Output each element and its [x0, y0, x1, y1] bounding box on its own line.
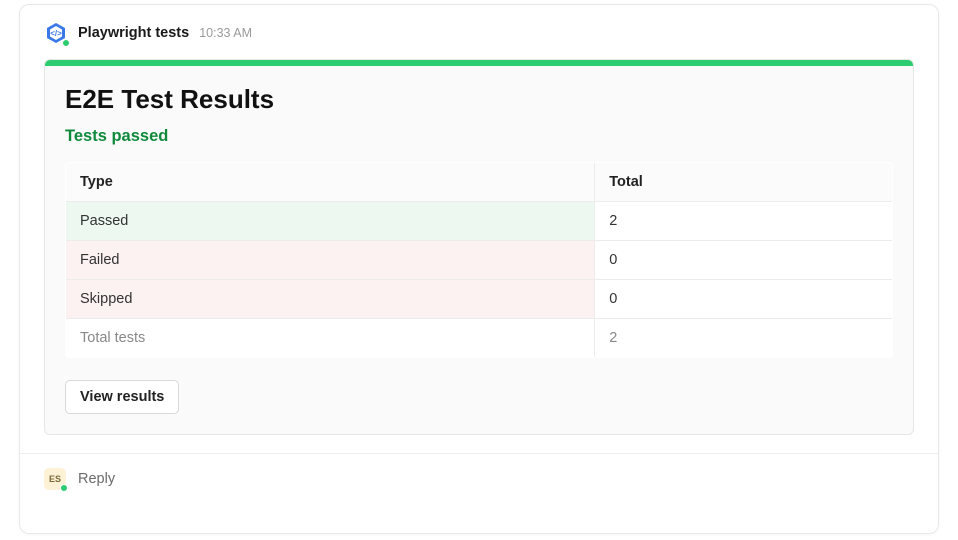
cell-total: 2 — [595, 319, 893, 358]
cell-total: 0 — [595, 241, 893, 280]
app-name[interactable]: Playwright tests — [78, 25, 189, 41]
col-header-total: Total — [595, 163, 893, 202]
presence-dot — [60, 484, 68, 492]
reply-row[interactable]: ES Reply — [20, 453, 938, 504]
table-row: Total tests 2 — [66, 319, 893, 358]
results-table: Type Total Passed 2 Failed 0 Skipped — [65, 162, 893, 358]
playwright-app-icon[interactable]: </> — [44, 21, 68, 45]
view-results-button[interactable]: View results — [65, 380, 179, 414]
message-card: </> Playwright tests 10:33 AM E2E Test R… — [19, 4, 939, 534]
message-header: </> Playwright tests 10:33 AM — [20, 5, 938, 59]
cell-type: Failed — [66, 241, 595, 280]
avatar-initials: ES — [49, 474, 61, 484]
results-panel: E2E Test Results Tests passed Type Total… — [44, 59, 914, 435]
table-row: Passed 2 — [66, 202, 893, 241]
reply-placeholder[interactable]: Reply — [78, 471, 115, 487]
col-header-type: Type — [66, 163, 595, 202]
avatar[interactable]: ES — [44, 468, 66, 490]
cell-type: Passed — [66, 202, 595, 241]
panel-title: E2E Test Results — [65, 84, 893, 115]
message-time[interactable]: 10:33 AM — [199, 26, 252, 40]
cell-total: 2 — [595, 202, 893, 241]
panel-subtitle: Tests passed — [65, 127, 893, 146]
cell-type: Skipped — [66, 280, 595, 319]
table-row: Failed 0 — [66, 241, 893, 280]
app-status-badge — [62, 39, 70, 47]
svg-text:</>: </> — [50, 29, 62, 38]
cell-total: 0 — [595, 280, 893, 319]
cell-type: Total tests — [66, 319, 595, 358]
table-row: Skipped 0 — [66, 280, 893, 319]
